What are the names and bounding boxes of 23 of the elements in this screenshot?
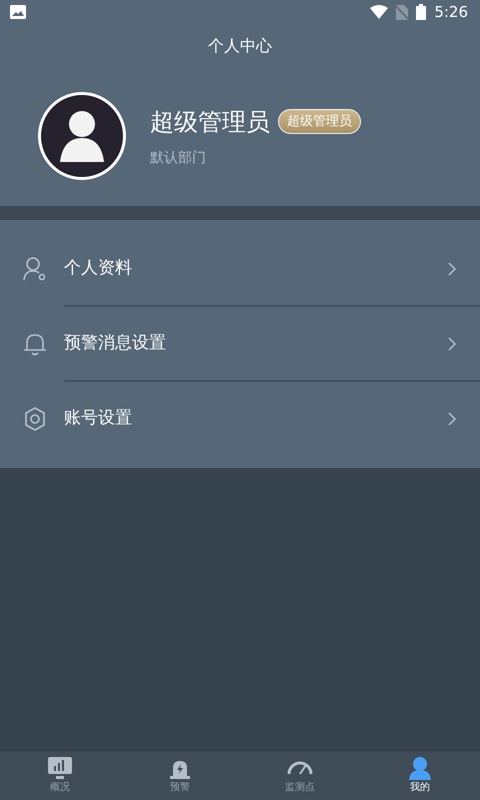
nav-tab[interactable]: 预警	[120, 751, 240, 800]
menu-item[interactable]: 账号设置	[0, 382, 480, 455]
menu-item[interactable]: 个人资料	[0, 232, 480, 305]
role-badge: 超级管理员	[278, 108, 361, 134]
monitor-chart-icon	[47, 756, 73, 780]
chevron-icon	[448, 412, 456, 426]
settings-icon	[22, 406, 48, 432]
no-sim-icon	[396, 4, 408, 20]
user-settings-icon	[22, 256, 48, 282]
nav-tab[interactable]: 概况	[0, 751, 120, 800]
nav-tab[interactable]: 我的	[360, 751, 480, 800]
status-time: 5:26	[434, 2, 468, 23]
menu-item[interactable]: 预警消息设置	[0, 307, 480, 380]
nav-tab[interactable]: 监测点	[240, 751, 360, 800]
wifi-icon	[370, 5, 388, 19]
image-icon	[10, 5, 26, 19]
chevron-icon	[448, 262, 456, 276]
chevron-icon	[448, 336, 456, 350]
page-title: 个人中心	[208, 36, 272, 55]
department-text: 默认部门	[150, 148, 207, 168]
battery-icon	[416, 4, 426, 20]
user-name: 超级管理员	[150, 106, 270, 138]
person-icon	[407, 756, 433, 780]
